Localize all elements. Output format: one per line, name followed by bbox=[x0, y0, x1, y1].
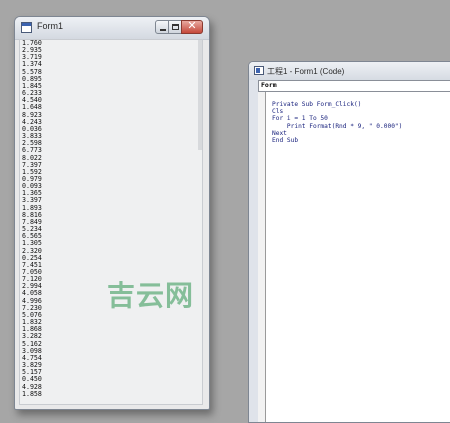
watermark-logo: 吉云网 bbox=[107, 279, 195, 312]
scroll-indicator bbox=[198, 40, 202, 150]
output-list: 1.760 2.935 3.719 1.374 5.578 0.895 1.845 6.233… bbox=[22, 40, 42, 398]
close-button[interactable]: ✕ bbox=[181, 19, 203, 34]
code-line: Print Format(Rnd * 9, " 0.000") bbox=[272, 122, 403, 130]
code-line: Next bbox=[272, 129, 287, 137]
minimize-icon bbox=[160, 29, 166, 31]
form1-client-area[interactable]: 1.760 2.935 3.719 1.374 5.578 0.895 1.845 6.233… bbox=[19, 39, 203, 405]
code-line: For i = 1 To 50 bbox=[272, 115, 328, 123]
code-window: 工程1 - Form1 (Code) Form Private Sub Form… bbox=[248, 61, 450, 423]
code-gutter bbox=[258, 92, 266, 422]
output-line: 1.858 bbox=[22, 389, 42, 398]
window-controls: ✕ bbox=[155, 19, 203, 34]
object-combo-value: Form bbox=[261, 81, 277, 89]
code-editor[interactable]: Private Sub Form_Click() Cls For i = 1 To … bbox=[266, 92, 450, 422]
minimize-button[interactable] bbox=[155, 20, 169, 34]
maximize-button[interactable] bbox=[168, 20, 182, 34]
maximize-icon bbox=[172, 24, 179, 30]
code-window-title: 工程1 - Form1 (Code) bbox=[267, 67, 345, 76]
code-lines: Private Sub Form_Click() Cls For i = 1 To … bbox=[272, 101, 402, 144]
form1-titlebar[interactable]: Form1 ✕ bbox=[15, 17, 209, 40]
form1-window: Form1 ✕ 1.760 2.935 3.719 1.374 5.578 0.895 1.… bbox=[14, 16, 210, 410]
code-window-icon bbox=[254, 66, 264, 75]
form-icon bbox=[21, 22, 32, 33]
form1-title: Form1 bbox=[37, 21, 64, 31]
code-line: Private Sub Form_Click() bbox=[272, 101, 362, 108]
code-line: Cls bbox=[272, 108, 284, 116]
close-icon: ✕ bbox=[187, 19, 197, 32]
code-window-titlebar[interactable]: 工程1 - Form1 (Code) bbox=[249, 62, 450, 80]
code-line: End Sub bbox=[272, 136, 299, 144]
object-combo[interactable]: Form bbox=[258, 80, 450, 92]
